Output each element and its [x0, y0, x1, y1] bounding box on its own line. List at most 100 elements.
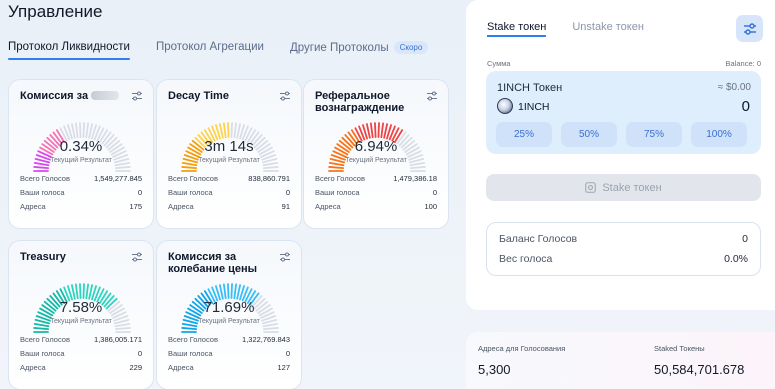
tab-stake[interactable]: Stake токен [487, 21, 547, 37]
gauge-tick [328, 166, 345, 170]
gauge-tick [79, 283, 82, 299]
card-title-text: Реферальное вознаграждение [315, 90, 405, 114]
stat-label: Ваши голоса [20, 349, 65, 358]
filter-icon[interactable] [279, 90, 291, 102]
gauge-tick [227, 283, 230, 299]
wallet-icon [585, 182, 597, 193]
sliders-icon [743, 22, 756, 35]
gauge-value: 71.69% [203, 299, 255, 316]
stat-value: 0 [137, 188, 142, 197]
gauge-tick [365, 123, 371, 139]
stat-label: Адреса [168, 363, 194, 372]
token-1inch-icon [497, 98, 513, 114]
filter-icon[interactable] [131, 90, 143, 102]
gauge-tick [233, 283, 237, 300]
settings-button[interactable] [736, 15, 763, 42]
governance-card[interactable]: Treasury 7.58% Текущий Результат Всего Голо… [8, 240, 154, 389]
gauge-tick [75, 283, 79, 300]
card-title: Treasury [20, 251, 124, 263]
stat-value: 1,479,386.18 [393, 174, 437, 183]
stat-label: Всего Голосов [315, 174, 365, 183]
gauge-tick [33, 166, 50, 170]
stat-label: Ваши голоса [168, 349, 213, 358]
vote-weight-value: 0.0% [724, 253, 748, 265]
gauge-caption: Текущий Результат [50, 157, 112, 164]
stat-row: Адреса 127 [168, 361, 290, 375]
vote-balance-label: Баланс Голосов [499, 233, 578, 245]
stat-label: Адреса [20, 202, 46, 211]
stat-row: Всего Голосов 1,549,277.845 [20, 172, 142, 186]
amount-label: Сумма [487, 59, 511, 68]
gauge-tick [181, 327, 198, 331]
card-stats: Всего Голосов 1,386,005.171 Ваши голоса 0 Ад… [20, 333, 142, 375]
gauge-value: 0.34% [59, 138, 103, 155]
card-title: Комиссия за [20, 90, 124, 102]
card-title: Decay Time [168, 90, 272, 102]
stake-token-button-label: Stake токен [602, 181, 662, 194]
tab-unstake[interactable]: Unstake токен [572, 21, 644, 33]
stake-token-button[interactable]: Stake токен [486, 174, 761, 201]
stat-label: Всего Голосов [168, 335, 218, 344]
global-stats-panel: Адреса для Голосования 5,300 Staked Токе… [466, 332, 775, 389]
gauge-value: 3m 14s [204, 138, 254, 155]
stat-value: 91 [281, 202, 290, 211]
amount-input[interactable] [630, 98, 750, 115]
tab-aggregation-protocol[interactable]: Протокол Агрегации [156, 41, 264, 54]
governance-card[interactable]: Decay Time 3m 14s Текущий Результат Всего Г… [156, 79, 302, 229]
gauge-tick [409, 166, 426, 170]
gauge-value: 6.94% [354, 138, 398, 155]
gauge-tick [70, 123, 76, 139]
governance-card[interactable]: Реферальное вознаграждение 6.94% Текущий Р… [303, 79, 449, 229]
gauge-tick [236, 123, 242, 139]
gauge-caption: Текущий Результат [50, 318, 112, 325]
stat-row: Адреса 175 [20, 200, 142, 214]
filter-icon[interactable] [426, 90, 438, 102]
gauge-tick [88, 284, 94, 300]
percent-50-button[interactable]: 50% [561, 122, 617, 147]
tab-other-protocols[interactable]: Другие Протоколы Скоро [290, 41, 429, 54]
filter-icon[interactable] [131, 251, 143, 263]
gauge-tick [223, 122, 227, 139]
stat-row: Адреса 100 [315, 200, 437, 214]
card-title-text: Treasury [20, 251, 66, 263]
governance-card[interactable]: Комиссия за колебание цены 71.69% Текущий … [156, 240, 302, 389]
gauge-tick [218, 284, 224, 300]
stat-value: 0 [137, 349, 142, 358]
stat-row: Ваши голоса 0 [20, 186, 142, 200]
amount-box: 1INCH Токен ≈ $0.00 1INCH 25% 50% 75% 10… [486, 71, 761, 154]
staked-tokens-value: 50,584,701.678 [654, 362, 745, 377]
card-title-text: Decay Time [168, 90, 229, 102]
stat-row: Всего Голосов 1,479,386.18 [315, 172, 437, 186]
stat-row: Адреса 91 [168, 200, 290, 214]
stat-value: 0 [285, 349, 290, 358]
gauge-caption: Текущий Результат [198, 318, 260, 325]
percent-25-button[interactable]: 25% [496, 122, 552, 147]
card-title: Реферальное вознаграждение [315, 90, 419, 114]
card-title-text: Комиссия за [20, 90, 89, 102]
gauge-tick [218, 123, 224, 139]
stat-row: Ваши голоса 0 [168, 347, 290, 361]
stat-row: Ваши голоса 0 [20, 347, 142, 361]
stat-value: 127 [277, 363, 290, 372]
gauge-tick [227, 122, 230, 138]
percent-75-button[interactable]: 75% [626, 122, 682, 147]
card-stats: Всего Голосов 1,322,769.843 Ваши голоса 0 Ад… [168, 333, 290, 375]
filter-icon[interactable] [279, 251, 291, 263]
stat-value: 838,860.791 [248, 174, 290, 183]
percent-100-button[interactable]: 100% [691, 122, 747, 147]
stat-value: 1,549,277.845 [94, 174, 142, 183]
stat-row: Всего Голосов 1,386,005.171 [20, 333, 142, 347]
governance-card[interactable]: Комиссия за 0.34% Текущий Результат Всего Г… [8, 79, 154, 229]
stat-value: 229 [129, 363, 142, 372]
gauge-tick [262, 166, 279, 170]
gauge-tick [75, 122, 79, 139]
stat-label: Адреса [315, 202, 341, 211]
gauge-tick [114, 166, 131, 170]
gauge-value: 7.58% [59, 299, 103, 316]
percent-buttons: 25% 50% 75% 100% [496, 122, 747, 147]
token-symbol: 1INCH [518, 101, 550, 113]
gauge-tick [181, 166, 198, 170]
vote-balance-value: 0 [742, 233, 748, 245]
page-title: Управление [8, 2, 103, 21]
tab-liquidity-protocol[interactable]: Протокол Ликвидности [8, 41, 130, 60]
